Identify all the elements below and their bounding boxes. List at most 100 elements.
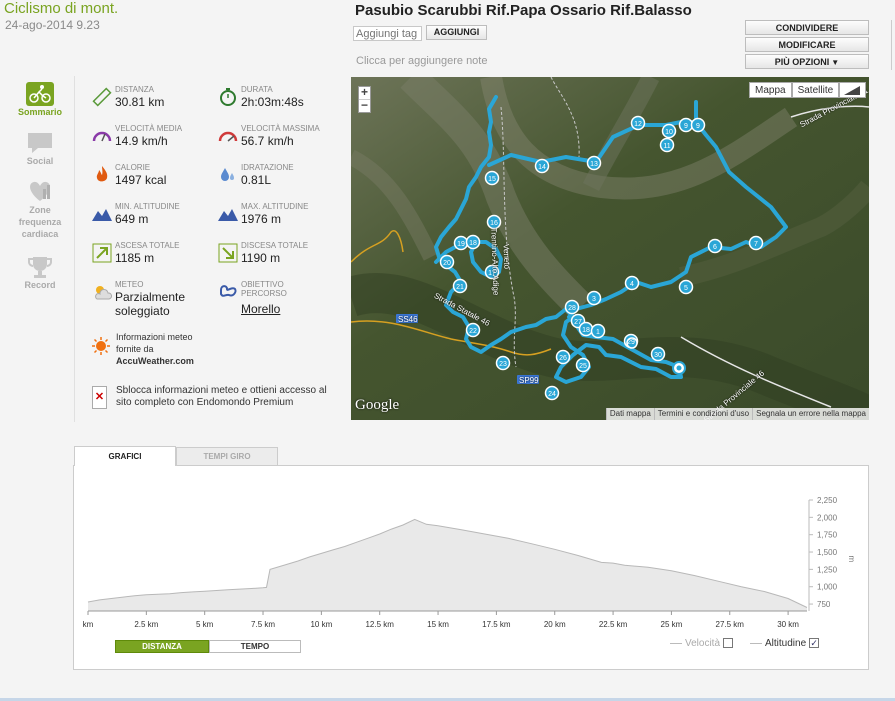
stat-value: 30.81 km xyxy=(115,95,165,109)
satellite-terrain: 9 91012 11131415 7654 3282718 1293026 252… xyxy=(351,77,869,420)
premium-promo-text: Sblocca informazioni meteo e ottieni acc… xyxy=(116,385,327,408)
speed-checkbox[interactable] xyxy=(723,638,734,649)
stat-label: ASCESA TOTALE xyxy=(115,241,180,250)
svg-text:12: 12 xyxy=(634,121,642,128)
more-options-button[interactable]: PIÙ OPZIONI ▼ xyxy=(745,54,869,69)
zoom-out-button[interactable]: − xyxy=(359,99,370,112)
route-icon xyxy=(220,285,237,297)
divider xyxy=(891,20,892,70)
arrow-down-right-icon xyxy=(218,243,238,263)
svg-text:9: 9 xyxy=(696,123,700,130)
premium-promo[interactable]: ✕ Sblocca informazioni meteo e ottieni a… xyxy=(92,385,342,413)
svg-text:18: 18 xyxy=(582,327,590,334)
stat-label: VELOCITÀ MASSIMA xyxy=(241,124,320,133)
map-type-map-button[interactable]: Mappa xyxy=(749,82,792,98)
x-axis-time-toggle[interactable]: TEMPO xyxy=(209,640,301,653)
add-tag-button[interactable]: AGGIUNGI xyxy=(426,25,487,40)
weather-provider-line: Informazioni meteo xyxy=(116,332,193,342)
edit-button[interactable]: MODIFICARE xyxy=(745,37,869,52)
y-tick-label: 2,000 xyxy=(817,513,838,522)
nav-social[interactable]: Social xyxy=(8,131,72,166)
google-logo: Google xyxy=(355,397,400,413)
report-error-link[interactable]: Segnala un errore nella mappa xyxy=(752,408,869,420)
cyclist-icon xyxy=(26,82,54,106)
map-attribution: Dati mappa Termini e condizioni d'uso Se… xyxy=(605,408,869,420)
svg-text:20: 20 xyxy=(443,260,451,267)
stat-max-altitude: MAX. ALTITUDINE 1976 m xyxy=(218,202,344,240)
svg-text:11: 11 xyxy=(663,143,670,150)
notes-field[interactable]: Clicca per aggiungere note xyxy=(356,55,487,67)
legend-label: Velocità xyxy=(685,638,721,649)
route-map[interactable]: 9 9 10 12 11 13 14 15 7654 3 28 27 18 1 29 30 26 25 2… xyxy=(351,77,869,420)
nav-summary[interactable]: Sommario xyxy=(8,82,72,117)
route-goal-link[interactable]: Morello xyxy=(241,302,280,316)
share-button[interactable]: CONDIVIDERE xyxy=(745,20,869,35)
tab-laps[interactable]: TEMPI GIRO xyxy=(176,447,278,466)
y-tick-label: 1,750 xyxy=(817,531,838,540)
stat-value: 14.9 km/h xyxy=(115,134,168,148)
legend-speed: Velocità xyxy=(670,638,734,652)
svg-text:22: 22 xyxy=(469,328,477,335)
nav-social-label: Social xyxy=(26,156,54,166)
stat-descent: DISCESA TOTALE 1190 m xyxy=(218,241,344,279)
y-tick-label: 2,250 xyxy=(817,496,838,505)
terms-link[interactable]: Termini e condizioni d'uso xyxy=(653,408,753,420)
stat-calories: CALORIE 1497 kcal xyxy=(92,163,218,201)
svg-text:13: 13 xyxy=(590,161,598,168)
nav-heart-zones[interactable]: Zone frequenza cardiaca xyxy=(8,179,72,240)
heart-chart-icon xyxy=(30,181,50,201)
stat-ascent: ASCESA TOTALE 1185 m xyxy=(92,241,218,279)
y-tick-label: 750 xyxy=(817,600,831,609)
stat-duration: DURATA 2h:03m:48s xyxy=(218,85,344,123)
stat-weather: METEO Parzialmente soleggiato xyxy=(92,280,218,324)
y-axis-label: m xyxy=(847,556,856,563)
weather-provider-line: fornite da xyxy=(116,344,154,354)
region-label: Veneto xyxy=(501,243,512,270)
tag-input[interactable] xyxy=(353,26,422,41)
x-axis-distance-toggle[interactable]: DISTANZA xyxy=(115,640,209,653)
stat-value: 1185 m xyxy=(115,251,155,265)
svg-text:15: 15 xyxy=(488,176,496,183)
stat-hydration: IDRATAZIONE 0.81L xyxy=(218,163,344,201)
nav-records[interactable]: Record xyxy=(8,255,72,290)
altitude-area xyxy=(88,519,807,611)
ruler-icon xyxy=(92,87,112,107)
close-icon[interactable]: ✕ xyxy=(92,386,107,409)
nav-heart-zones-label: Zone frequenza cardiaca xyxy=(18,205,62,239)
more-options-label: PIÙ OPZIONI xyxy=(774,56,830,67)
sun-icon xyxy=(92,337,110,355)
zoom-control: + − xyxy=(358,86,371,113)
svg-text:4: 4 xyxy=(630,281,634,288)
nav-summary-label: Sommario xyxy=(17,107,62,117)
mountain-icon xyxy=(218,209,238,221)
expand-icon xyxy=(844,86,860,95)
x-tick-label: 27.5 km xyxy=(716,620,745,629)
svg-text:21: 21 xyxy=(456,284,464,291)
divider xyxy=(74,76,75,422)
flame-icon xyxy=(96,166,108,182)
x-tick-label: km xyxy=(83,620,94,629)
sport-type: Ciclismo di mont. xyxy=(4,0,119,17)
stat-label: IDRATAZIONE xyxy=(241,163,294,172)
x-tick-label: 5 km xyxy=(196,620,214,629)
tab-graphs[interactable]: GRAFICI xyxy=(74,446,176,466)
map-type-satellite-button[interactable]: Satellite xyxy=(791,82,840,98)
stat-value: 1497 kcal xyxy=(115,173,167,187)
altitude-checkbox[interactable]: ✓ xyxy=(809,638,820,649)
stat-label: OBIETTIVO PERCORSO xyxy=(241,280,287,298)
weather-provider: Informazioni meteo fornite da AccuWeathe… xyxy=(92,331,222,371)
legend-label: Altitudine xyxy=(765,638,807,649)
stat-value: 0.81L xyxy=(241,173,272,187)
map-data-link[interactable]: Dati mappa xyxy=(605,408,654,420)
fullscreen-button[interactable] xyxy=(839,82,866,98)
svg-text:10: 10 xyxy=(665,129,673,136)
workout-title[interactable]: Pasubio Scarubbi Rif.Papa Ossario Rif.Ba… xyxy=(355,2,692,19)
y-tick-label: 1,500 xyxy=(817,548,838,557)
stat-min-altitude: MIN. ALTITUDINE 649 m xyxy=(92,202,218,240)
svg-text:9: 9 xyxy=(684,123,688,130)
accuweather-link[interactable]: AccuWeather.com xyxy=(116,355,194,367)
chevron-down-icon: ▼ xyxy=(831,57,840,67)
stat-label: MAX. ALTITUDINE xyxy=(241,202,309,211)
svg-text:3: 3 xyxy=(592,296,596,303)
nav-records-label: Record xyxy=(24,280,56,290)
